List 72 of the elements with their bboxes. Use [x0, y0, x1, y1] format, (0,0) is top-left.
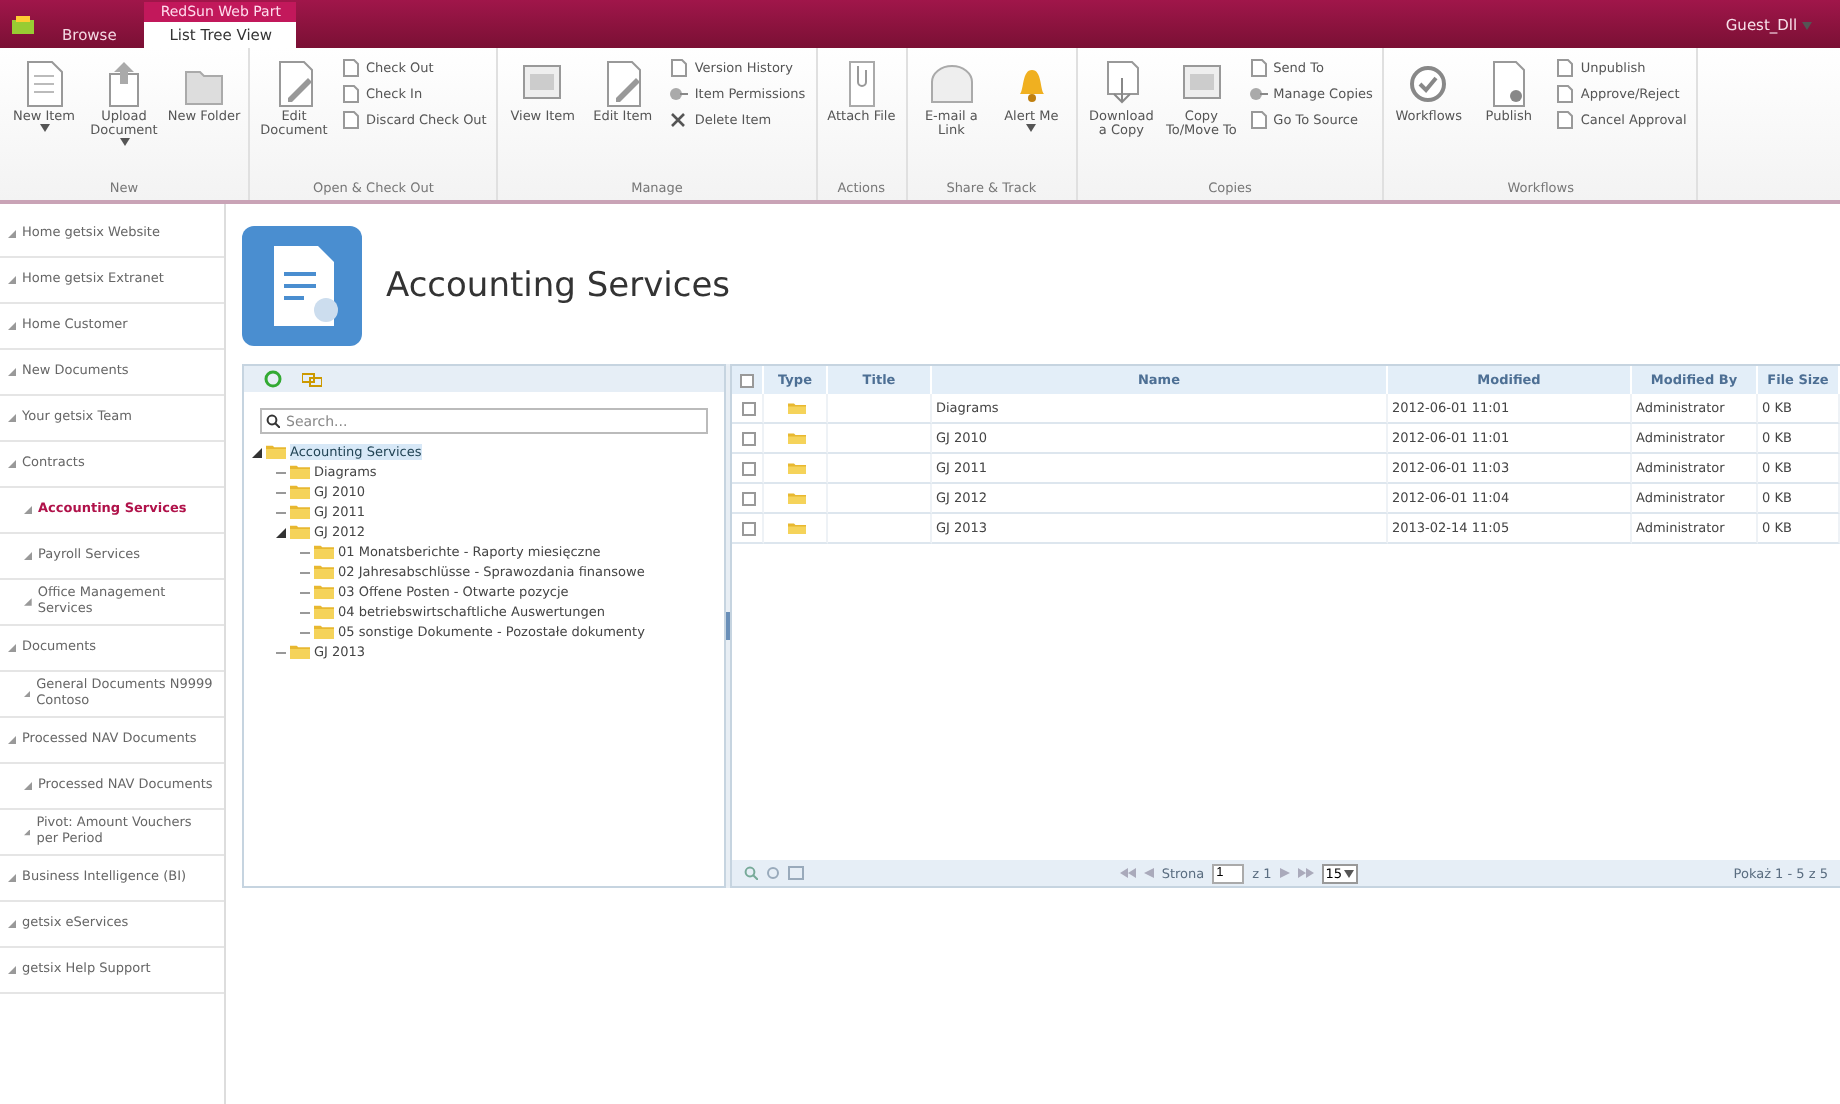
- document-icon: [668, 58, 689, 78]
- tree-line-icon: [300, 567, 310, 577]
- caret-icon: [1344, 869, 1355, 877]
- tree-line-icon: [300, 587, 310, 597]
- row-checkbox[interactable]: [742, 461, 756, 475]
- folder-icon: [788, 401, 806, 415]
- folder-icon: [314, 544, 334, 560]
- triangle-icon: [24, 552, 32, 560]
- caret-icon: [119, 137, 129, 146]
- search-icon: [266, 414, 280, 428]
- row-checkbox[interactable]: [742, 521, 756, 535]
- folder-icon: [788, 491, 806, 505]
- row-checkbox[interactable]: [742, 401, 756, 415]
- triangle-icon: [8, 736, 16, 744]
- tree-line-icon: [300, 547, 310, 557]
- folder-icon: [788, 431, 806, 445]
- caret-icon: [39, 123, 49, 132]
- expanded-icon[interactable]: [276, 527, 286, 537]
- tree-line-icon: [276, 467, 286, 477]
- folder-icon: [290, 644, 310, 660]
- tree-line-icon: [276, 487, 286, 497]
- triangle-icon: [8, 874, 16, 882]
- caret-icon: [1026, 123, 1037, 132]
- splitter-handle-icon[interactable]: [726, 612, 730, 640]
- triangle-icon: [24, 690, 31, 698]
- folder-icon: [314, 624, 334, 640]
- previous-page-icon[interactable]: [1143, 868, 1154, 878]
- document-icon: [1554, 84, 1575, 104]
- search-icon[interactable]: [744, 866, 758, 880]
- triangle-icon: [24, 828, 31, 836]
- triangle-icon: [8, 644, 16, 652]
- select-all-checkbox[interactable]: [740, 373, 754, 387]
- triangle-icon: [8, 230, 16, 238]
- site-icon: [12, 15, 34, 33]
- triangle-icon: [8, 920, 16, 928]
- triangle-icon: [24, 506, 32, 514]
- triangle-icon: [24, 782, 32, 790]
- folder-icon: [314, 584, 334, 600]
- tree-line-icon: [276, 647, 286, 657]
- delete-icon: [668, 110, 689, 130]
- folder-icon: [788, 461, 806, 475]
- row-checkbox[interactable]: [742, 491, 756, 505]
- triangle-icon: [8, 414, 16, 422]
- document-library-icon: [242, 226, 362, 346]
- triangle-icon: [8, 368, 16, 376]
- caret-icon: [1802, 21, 1812, 29]
- page-title: Accounting Services: [386, 266, 731, 306]
- folder-icon: [290, 504, 310, 520]
- triangle-icon: [8, 460, 16, 468]
- tree-line-icon: [300, 627, 310, 637]
- folder-icon: [290, 464, 310, 480]
- folder-icon: [314, 604, 334, 620]
- triangle-icon: [8, 322, 16, 330]
- tree-line-icon: [276, 507, 286, 517]
- triangle-icon: [8, 966, 16, 974]
- triangle-icon: [24, 598, 32, 606]
- document-icon: [1247, 110, 1268, 130]
- expanded-icon[interactable]: [252, 447, 262, 457]
- folder-icon: [290, 484, 310, 500]
- last-page-icon[interactable]: [1297, 868, 1314, 878]
- next-page-icon[interactable]: [1279, 868, 1290, 878]
- document-icon: [1554, 110, 1575, 130]
- triangle-icon: [8, 276, 16, 284]
- document-icon: [1554, 58, 1575, 78]
- row-checkbox[interactable]: [742, 431, 756, 445]
- folder-icon: [788, 521, 806, 535]
- folder-icon: [266, 444, 286, 460]
- folder-icon: [314, 564, 334, 580]
- tree-line-icon: [300, 607, 310, 617]
- folder-icon: [290, 524, 310, 540]
- first-page-icon[interactable]: [1119, 868, 1136, 878]
- document-icon: [1247, 58, 1268, 78]
